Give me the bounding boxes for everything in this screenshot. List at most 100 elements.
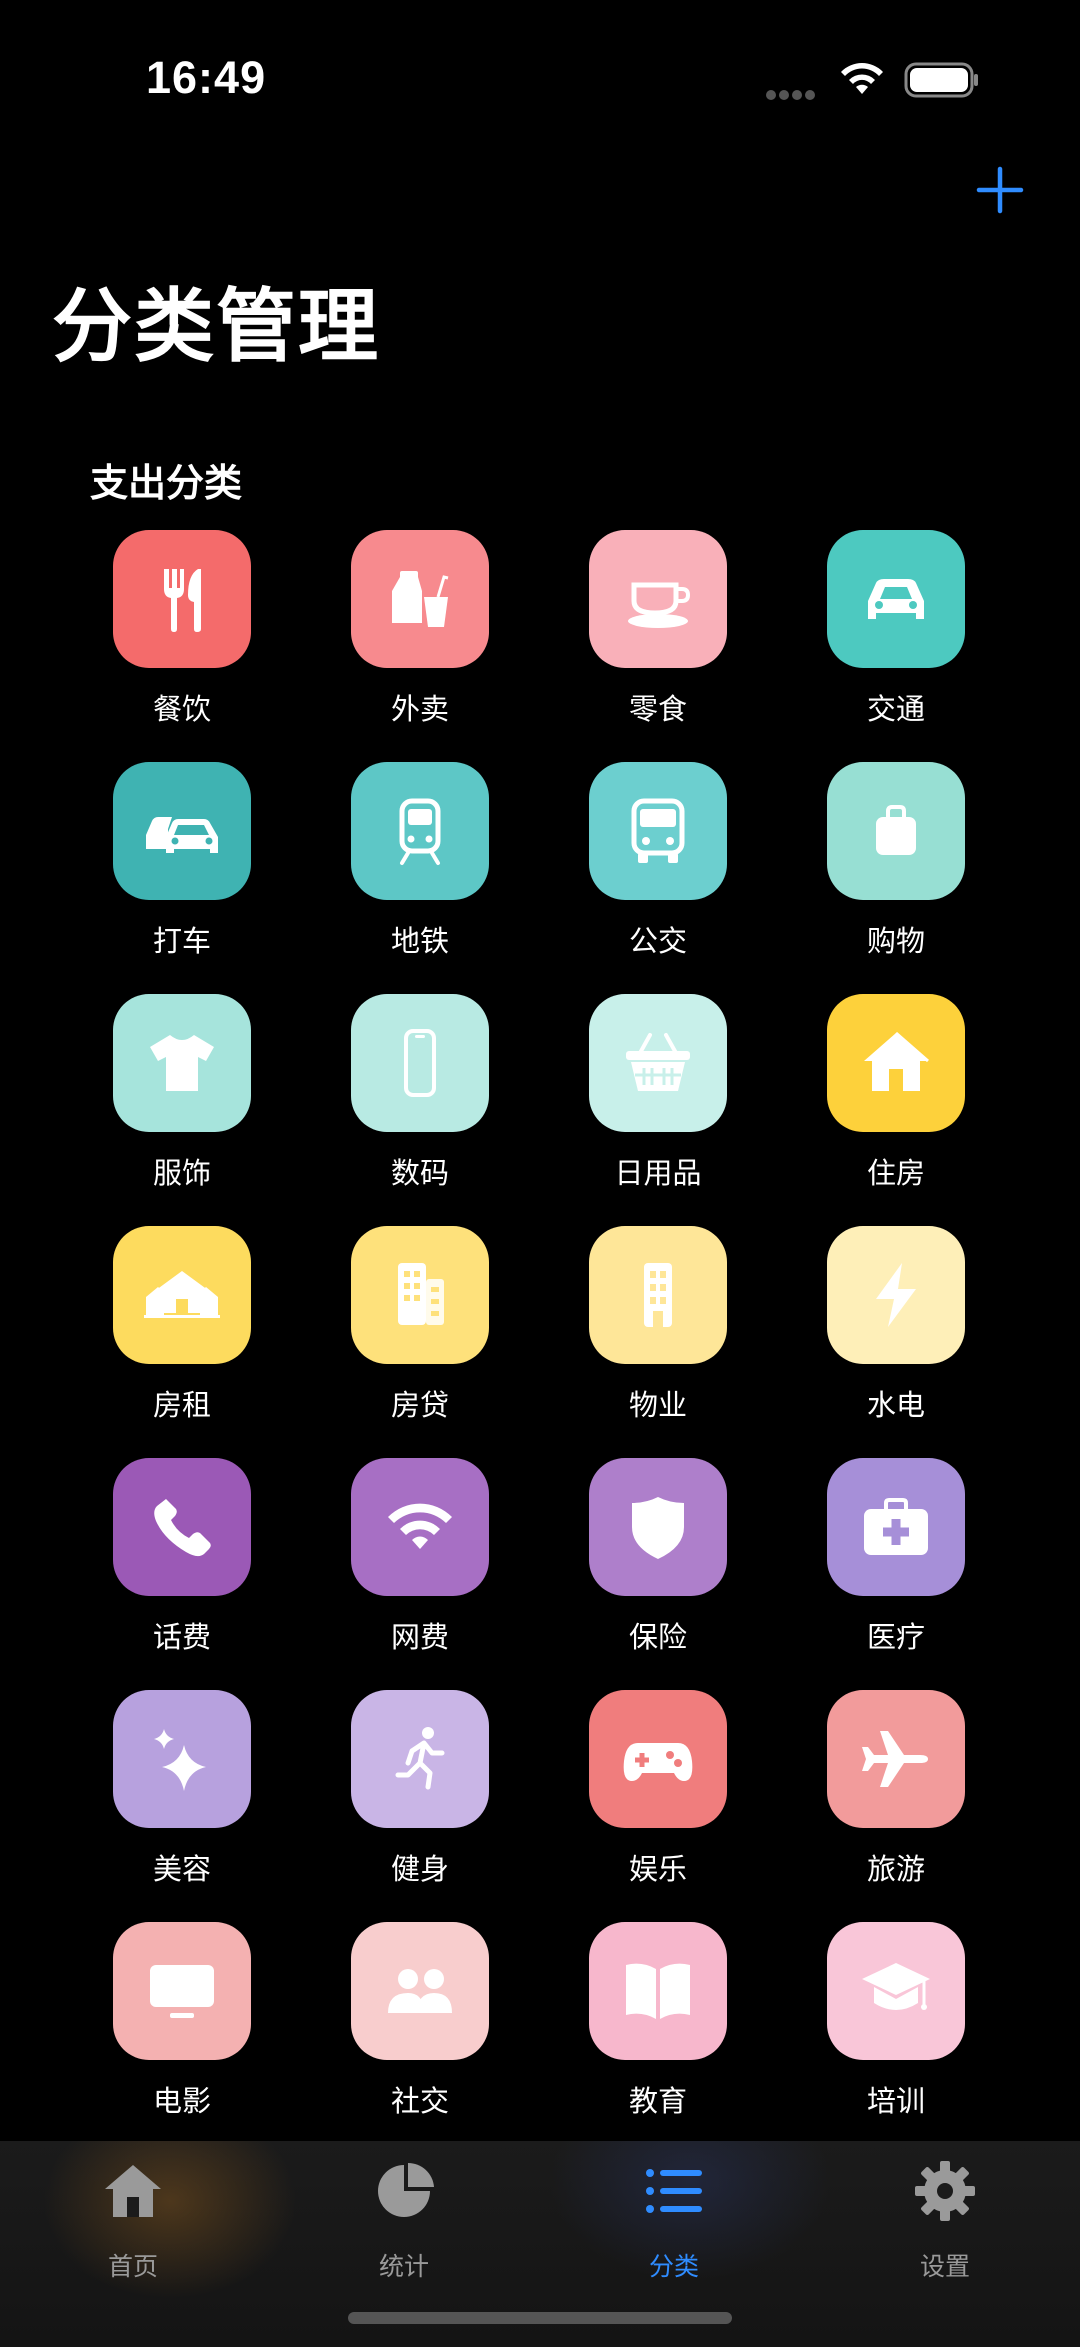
category-tile[interactable] [589, 762, 727, 900]
list-icon [646, 2169, 702, 2213]
house-icon [858, 1025, 934, 1101]
category-item[interactable]: 餐饮 [82, 530, 282, 730]
category-item[interactable]: 水电 [796, 1226, 996, 1426]
category-item[interactable]: 电影 [82, 1922, 282, 2122]
category-tile[interactable] [351, 530, 489, 668]
tab-categories[interactable]: 分类 [594, 2159, 754, 2281]
sparkles-icon [144, 1721, 220, 1797]
category-label: 保险 [628, 1620, 687, 1654]
pie-chart-icon [378, 2163, 434, 2217]
category-tile[interactable] [113, 1226, 251, 1364]
category-label: 社交 [390, 2084, 449, 2118]
category-label: 住房 [866, 1156, 925, 1190]
bag-icon [858, 793, 934, 869]
category-tile[interactable] [113, 994, 251, 1132]
category-label: 电影 [152, 2084, 211, 2118]
category-tile[interactable] [113, 1690, 251, 1828]
runner-icon [382, 1721, 458, 1797]
category-label: 健身 [390, 1852, 449, 1886]
tab-home-label: 首页 [107, 2252, 158, 2281]
category-item[interactable]: 打车 [82, 762, 282, 962]
tab-home[interactable]: 首页 [53, 2159, 213, 2281]
cellular-signal-icon [766, 85, 822, 100]
category-tile[interactable] [827, 1226, 965, 1364]
category-tile[interactable] [827, 1922, 965, 2060]
category-tile[interactable] [589, 1690, 727, 1828]
category-tile[interactable] [589, 1922, 727, 2060]
category-tile[interactable] [113, 530, 251, 668]
section-title-expense: 支出分类 [90, 461, 243, 505]
category-label: 公交 [628, 924, 687, 958]
category-item[interactable]: 服饰 [82, 994, 282, 1194]
tv-icon [144, 1953, 220, 2029]
category-label: 日用品 [614, 1156, 702, 1190]
medical-kit-icon [858, 1489, 934, 1565]
category-tile[interactable] [351, 994, 489, 1132]
category-label: 房租 [152, 1388, 211, 1422]
category-tile[interactable] [827, 762, 965, 900]
category-item[interactable]: 美容 [82, 1690, 282, 1890]
tab-settings-label: 设置 [919, 2252, 970, 2281]
category-label: 房贷 [390, 1388, 449, 1422]
book-icon [620, 1953, 696, 2029]
category-item[interactable]: 房贷 [320, 1226, 520, 1426]
house-icon [105, 2165, 161, 2217]
category-label: 娱乐 [628, 1852, 687, 1886]
category-item[interactable]: 零食 [558, 530, 758, 730]
category-item[interactable]: 医疗 [796, 1458, 996, 1658]
category-tile[interactable] [589, 1458, 727, 1596]
category-item[interactable]: 地铁 [320, 762, 520, 962]
category-item[interactable]: 网费 [320, 1458, 520, 1658]
category-tile[interactable] [113, 1922, 251, 2060]
category-tile[interactable] [589, 1226, 727, 1364]
tab-statistics[interactable]: 统计 [324, 2159, 484, 2281]
phone-device-icon [382, 1025, 458, 1101]
category-tile[interactable] [589, 530, 727, 668]
category-tile[interactable] [827, 530, 965, 668]
category-tile[interactable] [351, 1690, 489, 1828]
category-tile[interactable] [113, 1458, 251, 1596]
category-item[interactable]: 购物 [796, 762, 996, 962]
category-tile[interactable] [351, 1226, 489, 1364]
category-item[interactable]: 交通 [796, 530, 996, 730]
category-label: 外卖 [390, 692, 449, 726]
tower-icon [620, 1257, 696, 1333]
category-label: 教育 [628, 2084, 687, 2118]
category-tile[interactable] [113, 762, 251, 900]
category-item[interactable]: 房租 [82, 1226, 282, 1426]
category-label: 医疗 [866, 1620, 925, 1654]
category-item[interactable]: 公交 [558, 762, 758, 962]
category-item[interactable]: 培训 [796, 1922, 996, 2122]
category-label: 水电 [866, 1388, 925, 1422]
category-item[interactable]: 数码 [320, 994, 520, 1194]
category-item[interactable]: 物业 [558, 1226, 758, 1426]
category-item[interactable]: 健身 [320, 1690, 520, 1890]
basket-icon [620, 1025, 696, 1101]
category-item[interactable]: 保险 [558, 1458, 758, 1658]
category-label: 物业 [628, 1388, 687, 1422]
category-tile[interactable] [827, 994, 965, 1132]
category-item[interactable]: 娱乐 [558, 1690, 758, 1890]
category-label: 旅游 [866, 1852, 925, 1886]
category-tile[interactable] [351, 1458, 489, 1596]
category-tile[interactable] [351, 762, 489, 900]
category-item[interactable]: 社交 [320, 1922, 520, 2122]
phone-icon [144, 1489, 220, 1565]
category-tile[interactable] [589, 994, 727, 1132]
category-item[interactable]: 日用品 [558, 994, 758, 1194]
tab-settings[interactable]: 设置 [865, 2159, 1025, 2281]
add-category-button[interactable] [975, 165, 1025, 215]
category-item[interactable]: 住房 [796, 994, 996, 1194]
category-tile[interactable] [827, 1690, 965, 1828]
tshirt-icon [144, 1025, 220, 1101]
category-item[interactable]: 话费 [82, 1458, 282, 1658]
category-item[interactable]: 外卖 [320, 530, 520, 730]
category-label: 话费 [152, 1620, 211, 1654]
category-tile[interactable] [351, 1922, 489, 2060]
cars-icon [144, 793, 220, 869]
houses-icon [144, 1257, 220, 1333]
category-tile[interactable] [827, 1458, 965, 1596]
airplane-icon [858, 1721, 934, 1797]
category-item[interactable]: 教育 [558, 1922, 758, 2122]
category-item[interactable]: 旅游 [796, 1690, 996, 1890]
